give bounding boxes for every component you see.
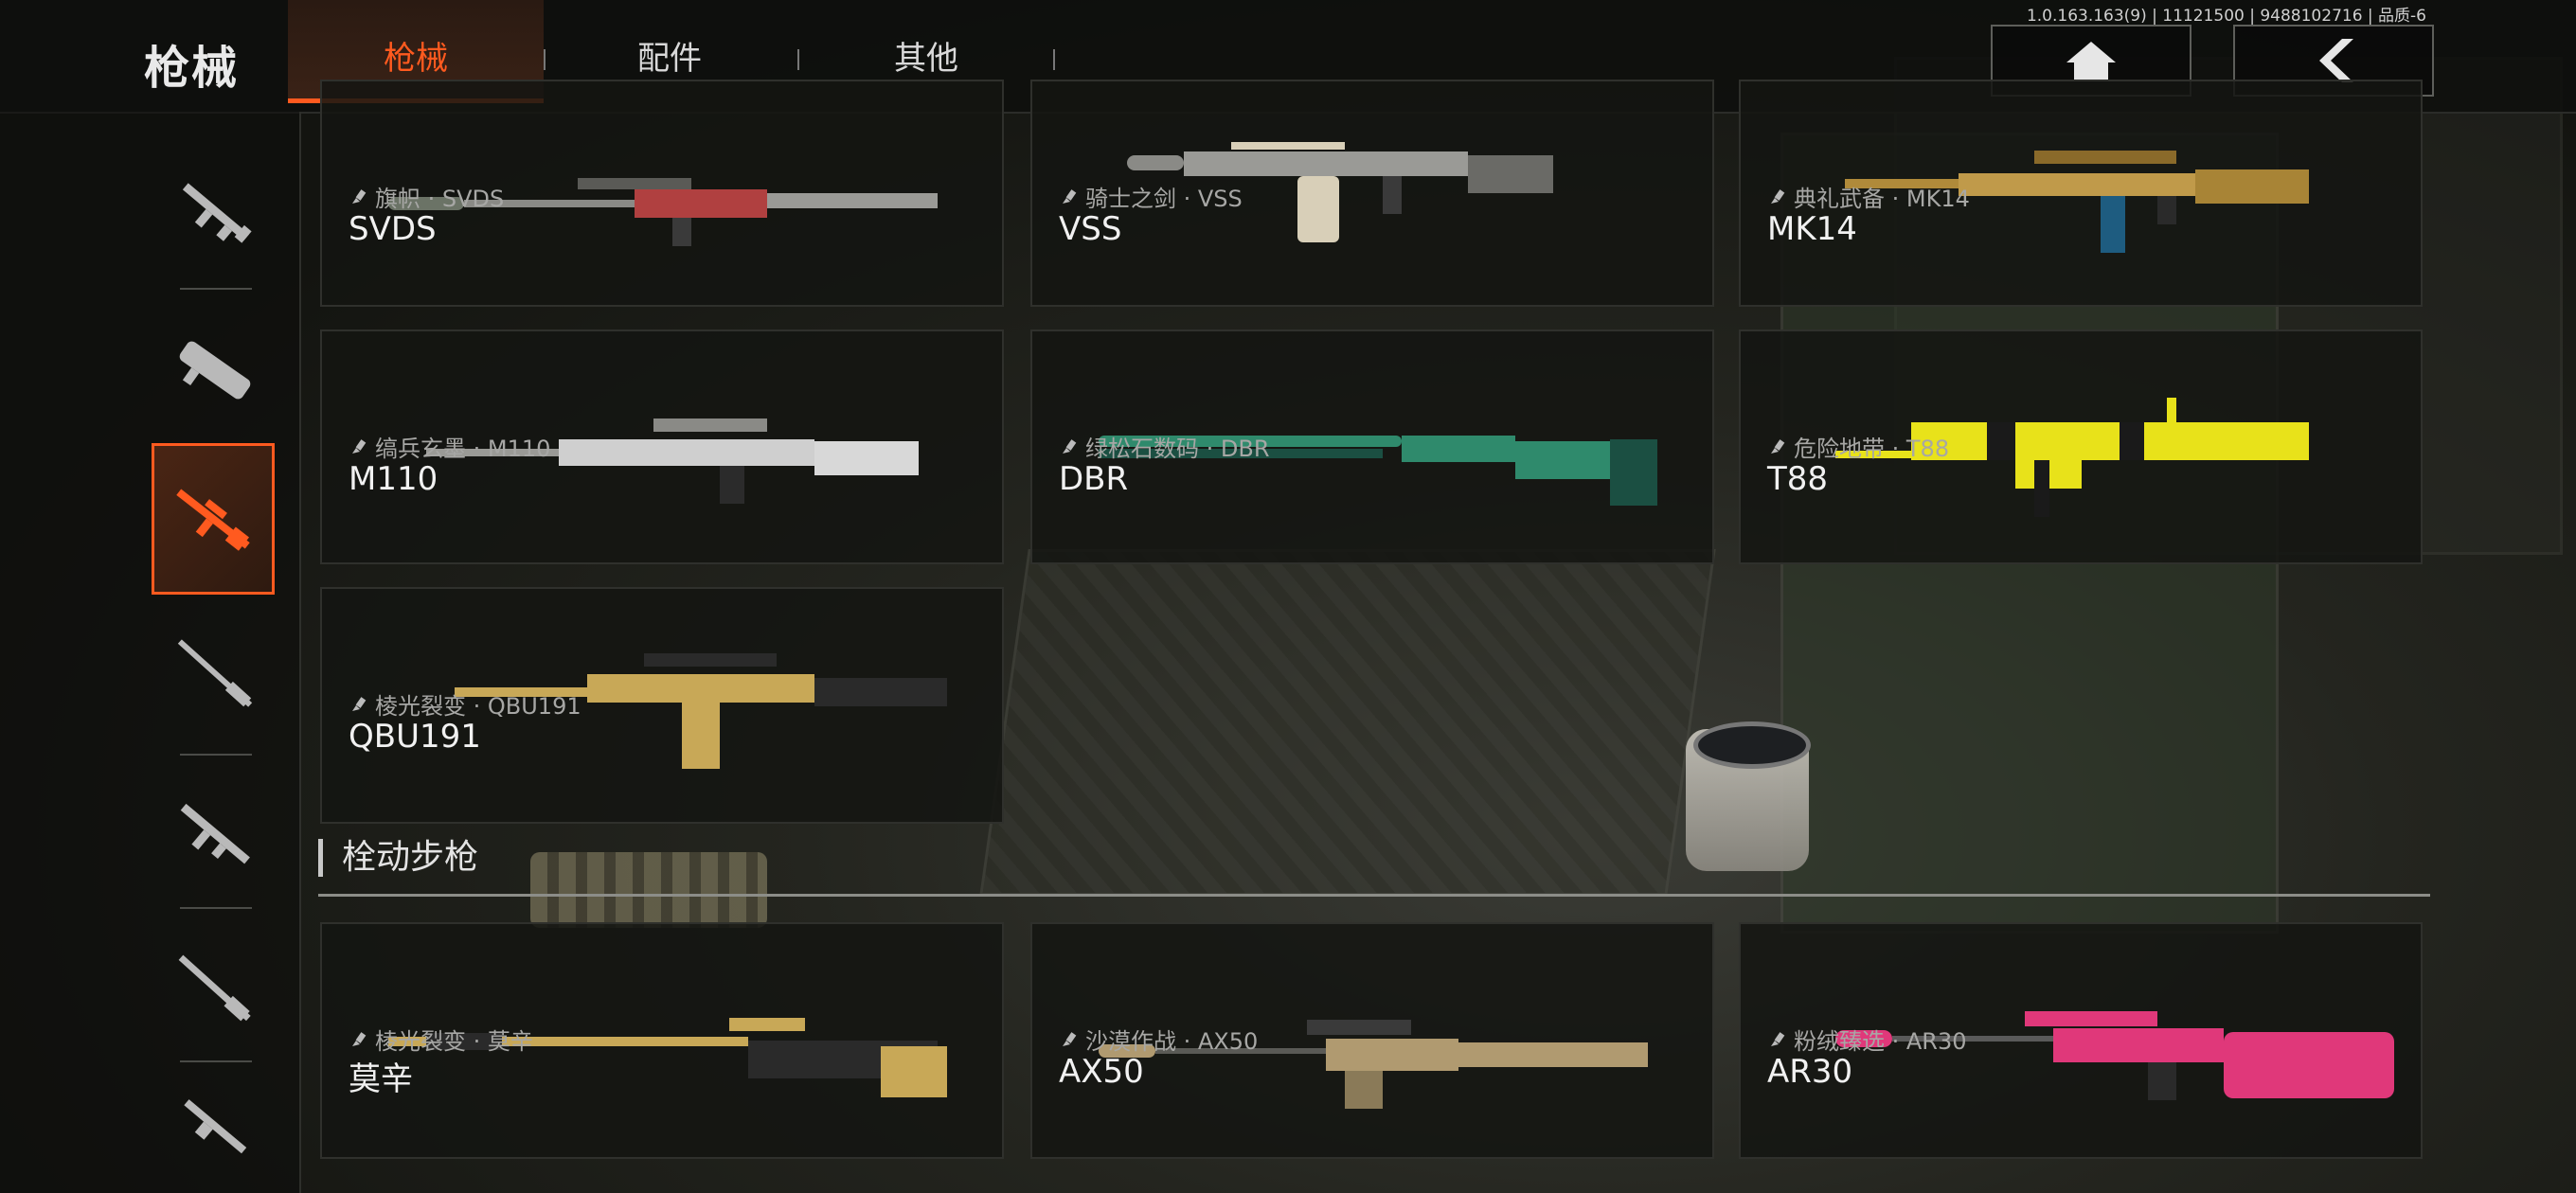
paint-brush-icon (352, 188, 367, 204)
weapon-name: AR30 (1767, 1053, 1853, 1091)
tab-label: 其他 (894, 40, 958, 78)
sidebar-item-dmr[interactable] (152, 443, 275, 595)
weapon-card[interactable]: 旗帜 · SVDS SVDS (320, 80, 1004, 307)
sidebar-item-lmg[interactable] (153, 1070, 277, 1184)
skin-label-row: 棱光裂变 · 莫辛 (350, 1023, 533, 1056)
dmr-icon (176, 489, 250, 551)
paint-brush-icon (352, 438, 367, 454)
weapon-card[interactable]: 棱光裂变 · QBU191 QBU191 (320, 587, 1004, 824)
sniper-icon (177, 639, 253, 707)
weapon-card[interactable]: 典礼武备 · MK14 MK14 (1739, 80, 2423, 307)
paint-brush-icon (1771, 1031, 1785, 1046)
skin-name: 缟兵玄墨 · M110 (375, 436, 551, 462)
tab-label: 配件 (637, 40, 702, 78)
skin-name: 骑士之剑 · VSS (1085, 186, 1243, 212)
weapon-card[interactable]: 绿松石数码 · DBR DBR (1030, 329, 1714, 564)
smg-icon (179, 341, 251, 400)
weapon-card[interactable]: 粉绒臻选 · AR30 AR30 (1739, 922, 2423, 1159)
weapon-name: T88 (1767, 460, 1829, 498)
home-icon (2066, 42, 2116, 80)
sidebar-divider (180, 754, 252, 756)
paint-brush-icon (352, 696, 367, 711)
skin-name: 棱光裂变 · QBU191 (375, 693, 581, 720)
skin-label-row: 危险地带 · T88 (1769, 430, 1949, 463)
paint-brush-icon (1771, 188, 1785, 204)
weapon-card[interactable]: 沙漠作战 · AX50 AX50 (1030, 922, 1714, 1159)
skin-name: 棱光裂变 · 莫辛 (375, 1028, 533, 1055)
background-ammo (530, 852, 767, 928)
weapon-card[interactable]: 危险地带 · T88 T88 (1739, 329, 2423, 564)
weapon-card[interactable]: 棱光裂变 · 莫辛 莫辛 (320, 922, 1004, 1159)
skin-label-row: 绿松石数码 · DBR (1061, 430, 1270, 463)
paint-brush-icon (352, 1031, 367, 1046)
background-case (979, 549, 1716, 896)
version-info: 1.0.163.163(9) | 11121500 | 9488102716 |… (2026, 7, 2426, 26)
tab-divider (797, 49, 799, 70)
sidebar-divider (180, 288, 252, 290)
skin-name: 危险地带 · T88 (1794, 436, 1950, 462)
weapon-name: VSS (1059, 210, 1122, 248)
paint-brush-icon (1063, 1031, 1077, 1046)
skin-label-row: 棱光裂变 · QBU191 (350, 687, 581, 721)
skin-name: 粉绒臻选 · AR30 (1794, 1028, 1967, 1055)
assault-rifle-icon (182, 183, 252, 243)
skin-label-row: 典礼武备 · MK14 (1769, 180, 1970, 213)
weapon-name: QBU191 (349, 718, 481, 756)
sidebar-divider (180, 1060, 252, 1062)
weapon-image (426, 418, 919, 504)
weapon-image (388, 1018, 947, 1097)
tab-divider (1053, 49, 1055, 70)
weapon-card[interactable]: 骑士之剑 · VSS VSS (1030, 80, 1714, 307)
shotgun-icon (178, 954, 251, 1022)
weapon-image (1099, 1020, 1648, 1109)
rifle-icon (180, 803, 250, 864)
skin-label-row: 旗帜 · SVDS (350, 180, 504, 213)
weapon-name: MK14 (1767, 210, 1857, 248)
background-lantern-top (1693, 721, 1811, 769)
section-title: 栓动步枪 (318, 839, 478, 877)
skin-label-row: 骑士之剑 · VSS (1061, 180, 1243, 213)
skin-name: 典礼武备 · MK14 (1794, 186, 1970, 212)
skin-name: 旗帜 · SVDS (375, 186, 505, 212)
paint-brush-icon (1771, 438, 1785, 454)
weapon-name: SVDS (349, 210, 437, 248)
paint-brush-icon (1063, 438, 1077, 454)
weapon-name: AX50 (1059, 1053, 1144, 1091)
paint-brush-icon (1063, 188, 1077, 204)
weapon-name: 莫辛 (349, 1060, 413, 1098)
weapon-name: M110 (349, 460, 438, 498)
skin-name: 绿松石数码 · DBR (1085, 436, 1270, 462)
skin-label-row: 粉绒臻选 · AR30 (1769, 1023, 1967, 1056)
weapon-name: DBR (1059, 460, 1129, 498)
weapon-card[interactable]: 缟兵玄墨 · M110 M110 (320, 329, 1004, 564)
section-divider (318, 894, 2430, 897)
sidebar-divider (299, 112, 301, 1193)
sidebar-divider (180, 907, 252, 909)
sidebar-item-shotgun[interactable] (153, 917, 277, 1059)
skin-label-row: 沙漠作战 · AX50 (1061, 1023, 1258, 1056)
page-title: 枪械 (144, 42, 240, 95)
sidebar-item-rifle[interactable] (153, 763, 277, 905)
sidebar-item-assault-rifle[interactable] (153, 142, 277, 284)
chevron-left-icon (2319, 39, 2353, 82)
skin-label-row: 缟兵玄墨 · M110 (350, 430, 550, 463)
lmg-icon (184, 1099, 247, 1154)
weapon-image (1835, 1011, 2394, 1100)
skin-name: 沙漠作战 · AX50 (1085, 1028, 1259, 1055)
sidebar-item-sniper[interactable] (153, 602, 277, 744)
sidebar-item-smg[interactable] (153, 299, 277, 441)
weapon-image (1099, 436, 1657, 506)
tab-label: 枪械 (384, 40, 448, 78)
